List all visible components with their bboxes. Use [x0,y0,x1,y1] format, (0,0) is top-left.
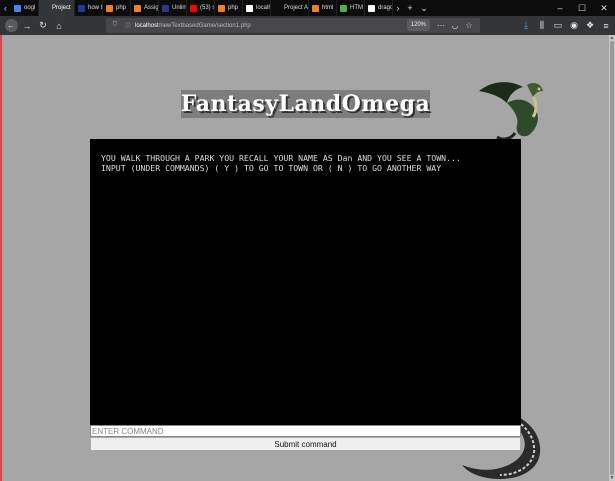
back-button[interactable]: ← [3,18,19,34]
tab-label: how t [88,5,103,11]
tab-favicon-icon [368,4,375,12]
tab-favicon-icon [246,4,253,12]
tab-favicon-icon [106,4,113,12]
browser-tab[interactable]: how t [75,0,103,16]
extension-icon: ❖ [585,20,595,30]
list-all-tabs-icon[interactable]: ⌄ [417,0,431,16]
tab-favicon-icon [312,4,319,12]
browser-tab[interactable]: Unlim [159,0,187,16]
tab-favicon-icon [14,4,21,12]
extensions-button[interactable]: ❖ [582,18,598,34]
browser-tab[interactable]: Project✕ [39,0,75,16]
browser-tab[interactable]: php [215,0,243,16]
browser-tab[interactable]: html [309,0,337,16]
tab-label: Unlim [172,5,187,11]
tab-scroll-right-icon[interactable]: › [393,0,403,16]
tab-strip: ‹ ooglProject✕how tphpAssigUnlim(53) sph… [0,0,615,16]
tracking-shield-icon[interactable]: ⛉ [111,22,119,30]
browser-tab[interactable]: (53) s [187,0,215,16]
minimize-button[interactable]: – [549,0,571,16]
home-button[interactable]: ⌂ [51,18,67,34]
browser-tab[interactable]: oogl [11,0,39,16]
command-input[interactable] [90,425,521,437]
browser-tab[interactable]: Assig [131,0,159,16]
pocket-icon[interactable]: ◡ [450,18,460,33]
page-viewport: FantasyLandOmega YOU WALK THROUGH A PARK… [0,35,615,481]
browser-tab[interactable]: php [103,0,131,16]
url-host: localhost [135,22,159,29]
tab-favicon-icon [218,4,225,12]
close-window-button[interactable]: ✕ [593,0,615,16]
library-button[interactable]: ⫼ [534,18,550,34]
scroll-down-icon[interactable]: ▼ [609,475,615,481]
downloads-button[interactable]: ⤓ [518,18,534,34]
game-line-2: INPUT (UNDER COMMANDS) ( Y ) TO GO TO TO… [101,163,442,173]
browser-tab[interactable]: localh [243,0,271,16]
url-path: /newTextbasedGame/section1.php [158,22,251,29]
reload-icon: ↻ [39,20,47,30]
game-text-screen: YOU WALK THROUGH A PARK YOU RECALL YOUR … [90,139,521,425]
tab-favicon-icon [134,4,141,12]
tab-label: HTM [350,5,363,11]
browser-tab[interactable]: Project Ap [271,0,309,16]
forward-button[interactable]: → [19,18,35,34]
tab-label: Assig [144,5,159,11]
account-button[interactable]: ◉ [566,18,582,34]
game-line-1: YOU WALK THROUGH A PARK YOU RECALL YOUR … [101,153,461,163]
maximize-button[interactable]: ☐ [571,0,593,16]
browser-tab[interactable]: HTM [337,0,365,16]
tab-favicon-icon [340,4,347,12]
new-tab-button[interactable]: + [403,0,417,16]
submit-command-button[interactable]: Submit command [90,437,521,451]
site-title: FantasyLandOmega [180,90,431,118]
address-bar[interactable]: ⛉ ⓘ localhost/newTextbasedGame/section1.… [106,18,480,33]
dragon-image-top [479,82,543,141]
tab-label: localh [256,5,271,11]
tab-label: Project Ap [284,5,309,11]
back-arrow-icon: ← [4,19,18,32]
navigation-toolbar: ← → ↻ ⌂ ⛉ ⓘ localhost/newTextbasedGame/s… [0,16,615,35]
hamburger-menu-icon: ≡ [603,20,609,31]
tab-scroll-left-icon[interactable]: ‹ [0,0,11,16]
account-icon: ◉ [570,20,578,30]
app-menu-button[interactable]: ≡ [598,18,614,34]
tab-label: Project [52,5,71,11]
tab-favicon-icon [78,4,85,12]
tab-label: drago [378,5,393,11]
download-arrow-icon: ⤓ [524,20,528,30]
sidebar-icon: ▭ [553,20,563,30]
tab-label: php [116,5,127,11]
tab-label: (53) s [200,5,215,11]
sidebar-button[interactable]: ▭ [550,18,566,34]
tab-favicon-icon [274,4,281,12]
tab-label: html [322,5,334,11]
zoom-level-button[interactable]: 120% [406,19,430,31]
page-scrollbar[interactable]: ▲ ▼ [609,35,615,481]
home-icon: ⌂ [56,20,62,31]
site-info-icon[interactable]: ⓘ [124,22,132,30]
forward-arrow-icon: → [22,20,32,31]
tab-favicon-icon [190,4,197,12]
page-actions-icon[interactable]: ⋯ [436,18,446,33]
tab-label: oogl [24,5,36,11]
tab-label: php [228,5,239,11]
browser-tab[interactable]: drago [365,0,393,16]
bookmark-star-icon[interactable]: ☆ [464,18,474,33]
reload-button[interactable]: ↻ [35,18,51,34]
url-text[interactable]: localhost/newTextbasedGame/section1.php [135,23,251,29]
library-icon: ⫼ [539,20,545,30]
scrollbar-thumb[interactable] [610,41,614,475]
tab-favicon-icon [42,4,49,12]
tab-favicon-icon [162,4,169,12]
